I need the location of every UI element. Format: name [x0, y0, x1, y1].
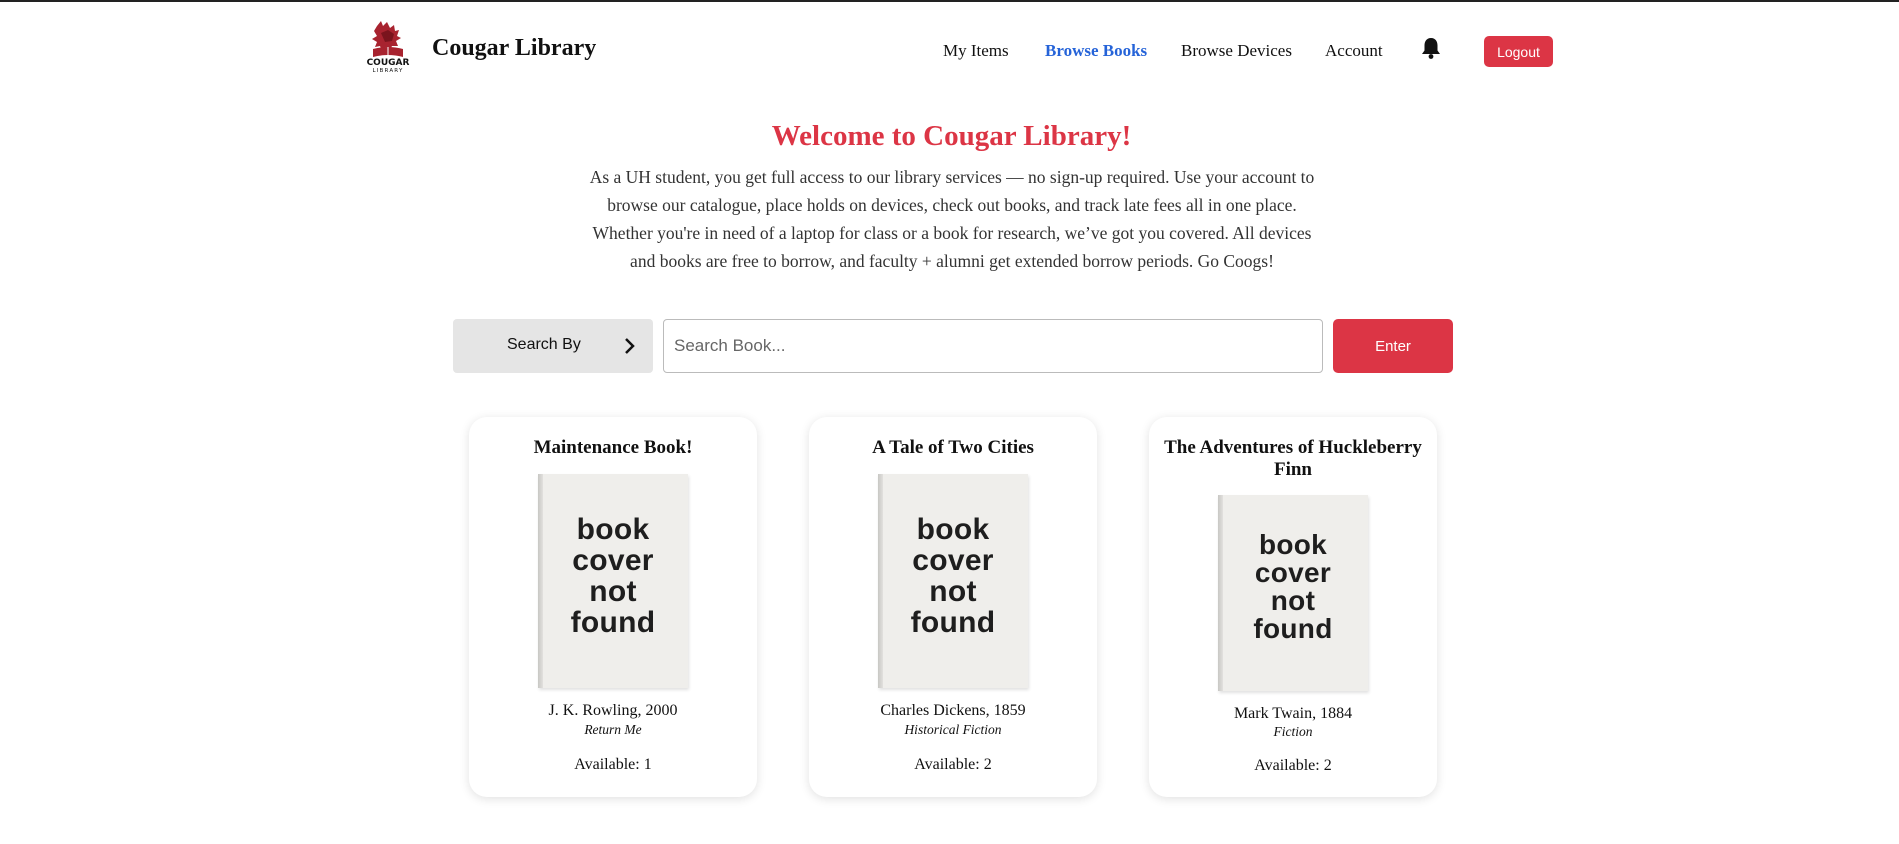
- cover-text: book cover not found: [910, 513, 996, 639]
- book-availability: Available: 1: [574, 756, 652, 773]
- book-cover-placeholder: book cover not found: [538, 474, 688, 688]
- book-author-year: J. K. Rowling, 2000: [548, 702, 678, 719]
- nav-my-items[interactable]: My Items: [943, 41, 1009, 61]
- logout-button[interactable]: Logout: [1484, 36, 1553, 67]
- bell-icon[interactable]: [1420, 36, 1442, 60]
- search-input[interactable]: [663, 319, 1323, 373]
- book-genre: Fiction: [1273, 724, 1313, 739]
- svg-text:LIBRARY: LIBRARY: [372, 68, 403, 74]
- header: COUGAR LIBRARY Cougar Library My Items B…: [0, 2, 1899, 80]
- book-author-year: Charles Dickens, 1859: [880, 702, 1026, 719]
- svg-text:COUGAR: COUGAR: [367, 58, 410, 68]
- chevron-right-icon: [625, 338, 635, 354]
- book-card[interactable]: A Tale of Two Cities book cover not foun…: [809, 417, 1097, 797]
- cover-text: book cover not found: [1253, 529, 1333, 644]
- search-by-label: Search By: [507, 336, 581, 353]
- book-title: The Adventures of Huckleberry Finn: [1164, 437, 1422, 480]
- book-availability: Available: 2: [1254, 757, 1332, 774]
- cover-text: book cover not found: [570, 513, 656, 639]
- nav-browse-devices[interactable]: Browse Devices: [1181, 41, 1292, 61]
- cougar-library-logo[interactable]: COUGAR LIBRARY: [364, 20, 412, 74]
- book-genre: Return Me: [584, 722, 642, 737]
- book-genre: Historical Fiction: [904, 722, 1002, 737]
- book-availability: Available: 2: [914, 756, 992, 773]
- intro-paragraph: As a UH student, you get full access to …: [589, 167, 1315, 271]
- enter-button[interactable]: Enter: [1333, 319, 1453, 373]
- nav-browse-books[interactable]: Browse Books: [1045, 41, 1147, 61]
- search-by-button[interactable]: Search By: [453, 319, 653, 373]
- book-cover-placeholder: book cover not found: [878, 474, 1028, 688]
- book-card[interactable]: The Adventures of Huckleberry Finn book …: [1149, 417, 1437, 797]
- brand-title: Cougar Library: [432, 35, 597, 61]
- book-card[interactable]: Maintenance Book! book cover not found J…: [469, 417, 757, 797]
- book-title: Maintenance Book!: [533, 437, 693, 458]
- welcome-heading: Welcome to Cougar Library!: [771, 120, 1132, 152]
- main-content: Welcome to Cougar Library! As a UH stude…: [0, 80, 1899, 844]
- book-title: A Tale of Two Cities: [872, 437, 1034, 458]
- book-author-year: Mark Twain, 1884: [1233, 705, 1353, 722]
- nav-account[interactable]: Account: [1325, 41, 1383, 61]
- book-cover-placeholder: book cover not found: [1218, 495, 1368, 691]
